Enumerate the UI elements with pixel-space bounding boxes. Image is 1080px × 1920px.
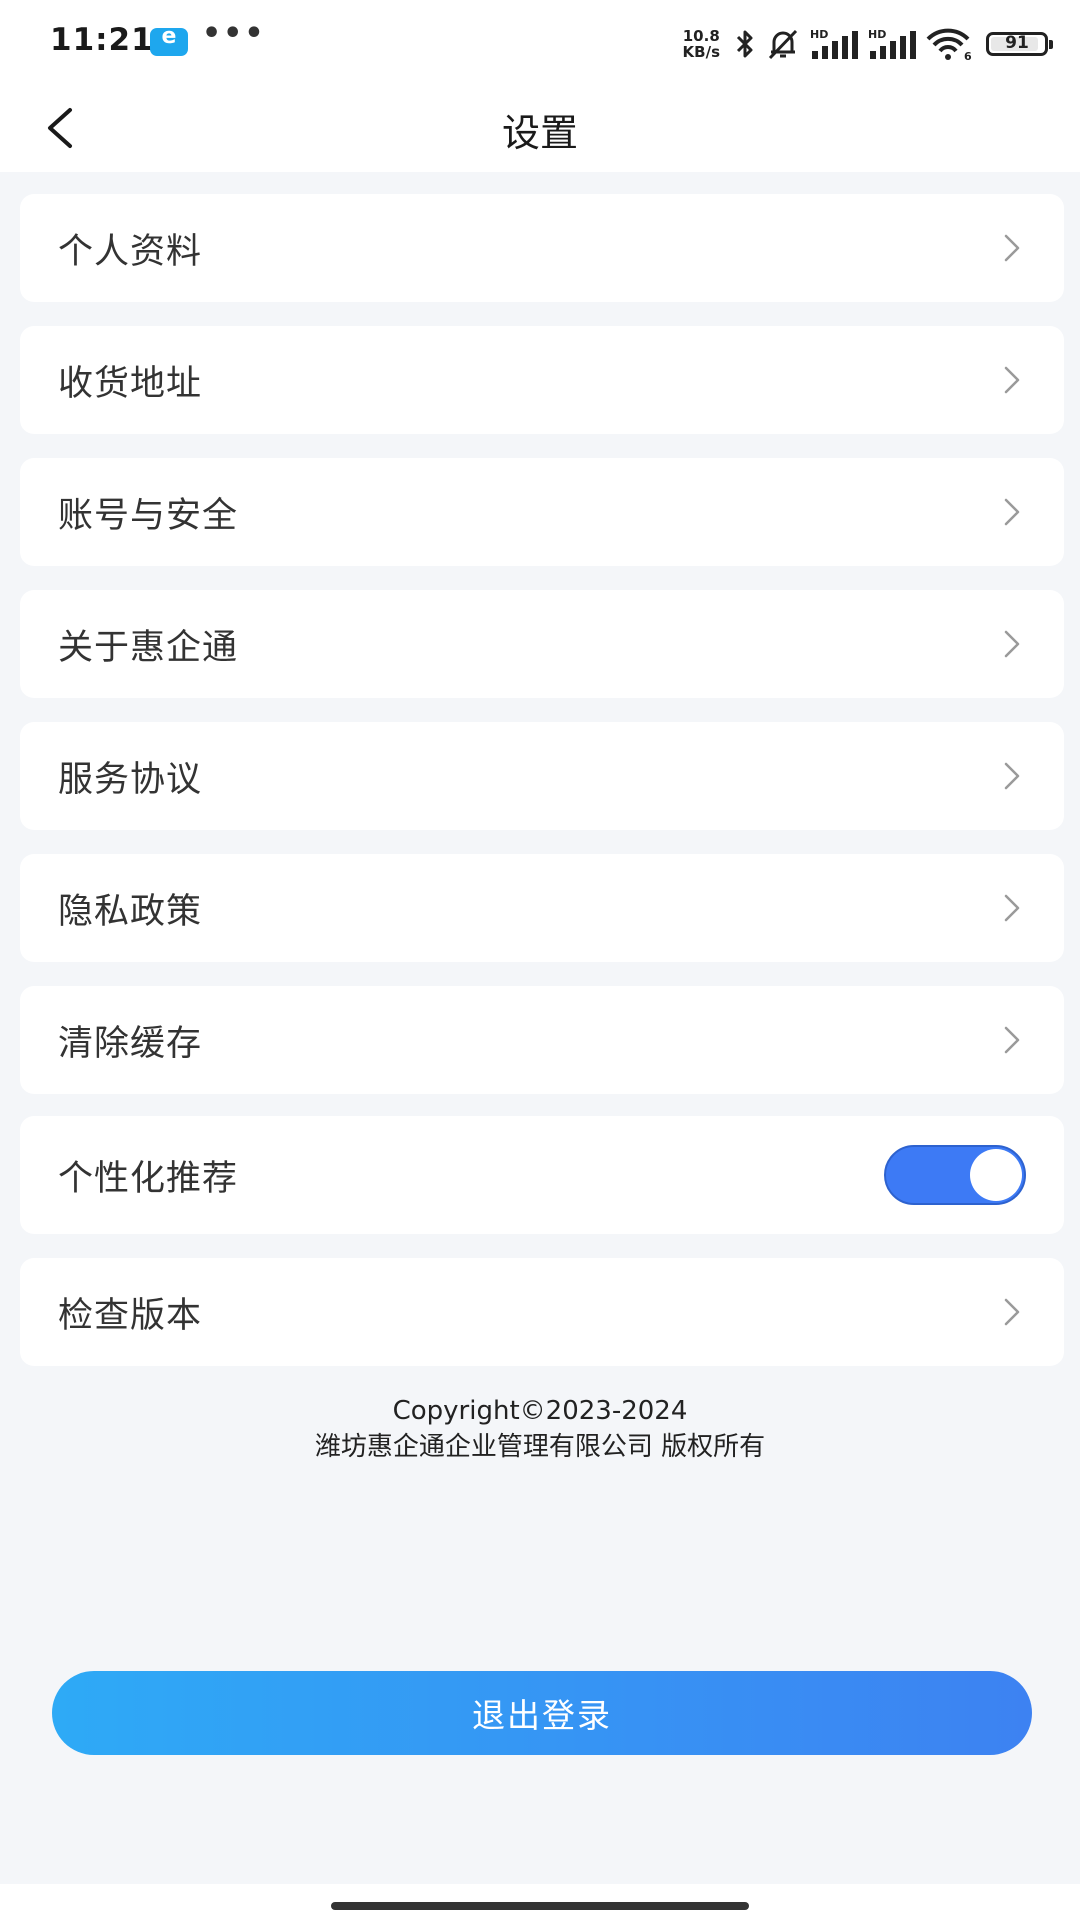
settings-item-address[interactable]: 收货地址: [20, 326, 1064, 434]
settings-item-about[interactable]: 关于惠企通: [20, 590, 1064, 698]
chevron-right-icon: [1004, 498, 1020, 526]
settings-item-clear-cache[interactable]: 清除缓存: [20, 986, 1064, 1094]
settings-item-label: 关于惠企通: [58, 627, 239, 668]
chevron-right-icon: [1004, 234, 1020, 262]
settings-item-label: 账号与安全: [58, 495, 239, 536]
svg-text:HD: HD: [810, 28, 828, 41]
home-indicator[interactable]: [331, 1902, 749, 1910]
net-speed-value: 10.8: [682, 27, 720, 45]
cell-signal-2-icon: HD: [868, 27, 916, 61]
svg-text:HD: HD: [868, 28, 886, 41]
more-dots-icon: •••: [202, 16, 266, 51]
settings-item-personalized-recommendation: 个性化推荐: [20, 1116, 1064, 1234]
settings-item-profile[interactable]: 个人资料: [20, 194, 1064, 302]
copyright-line: Copyright©2023-2024: [392, 1396, 688, 1426]
settings-item-service-agreement[interactable]: 服务协议: [20, 722, 1064, 830]
copyright: Copyright©2023-2024 潍坊惠企通企业管理有限公司 版权所有: [0, 1393, 1080, 1465]
settings-item-label: 个人资料: [58, 231, 203, 272]
chevron-right-icon: [1004, 366, 1020, 394]
bell-muted-icon: [766, 28, 800, 60]
chevron-right-icon: [1004, 1026, 1020, 1054]
e-app-icon: e: [150, 24, 188, 56]
settings-item-label: 服务协议: [58, 759, 203, 800]
status-bar: 11:21 e ••• 10.8 KB/s HD HD 6 91: [0, 0, 1080, 84]
chevron-right-icon: [1004, 894, 1020, 922]
chevron-right-icon: [1004, 1298, 1020, 1326]
toggle-knob: [970, 1149, 1022, 1201]
battery-cap: [1049, 40, 1053, 49]
settings-item-check-version[interactable]: 检查版本: [20, 1258, 1064, 1366]
settings-item-privacy-policy[interactable]: 隐私政策: [20, 854, 1064, 962]
net-speed: 10.8 KB/s: [683, 28, 720, 60]
page-title: 设置: [501, 111, 578, 155]
net-speed-unit: KB/s: [682, 43, 720, 61]
settings-item-label: 隐私政策: [58, 891, 203, 932]
settings-list: 个人资料 收货地址 账号与安全 关于惠企通 服务协议 隐私政策 清除缓存 个性化…: [20, 194, 1064, 1390]
cell-signal-1-icon: HD: [810, 27, 858, 61]
status-time: 11:21: [50, 22, 154, 58]
logout-button[interactable]: 退出登录: [52, 1671, 1032, 1755]
chevron-right-icon: [1004, 630, 1020, 658]
battery-level: 91: [1005, 33, 1029, 53]
settings-item-label: 检查版本: [58, 1295, 203, 1336]
personalized-recommendation-toggle[interactable]: [884, 1145, 1026, 1205]
svg-text:6: 6: [964, 50, 972, 61]
status-indicators: 10.8 KB/s HD HD 6 91: [683, 24, 1053, 64]
settings-item-account-security[interactable]: 账号与安全: [20, 458, 1064, 566]
bluetooth-icon: [734, 28, 756, 60]
battery-icon: 91: [986, 32, 1053, 56]
navigation-bar: [0, 1884, 1080, 1920]
settings-item-label: 个性化推荐: [58, 1158, 239, 1199]
header: 设置: [0, 84, 1080, 172]
settings-item-label: 收货地址: [58, 363, 203, 404]
settings-item-label: 清除缓存: [58, 1023, 203, 1064]
chevron-right-icon: [1004, 762, 1020, 790]
company-copyright-line: 潍坊惠企通企业管理有限公司 版权所有: [314, 1432, 766, 1462]
wifi-icon: 6: [926, 27, 972, 61]
